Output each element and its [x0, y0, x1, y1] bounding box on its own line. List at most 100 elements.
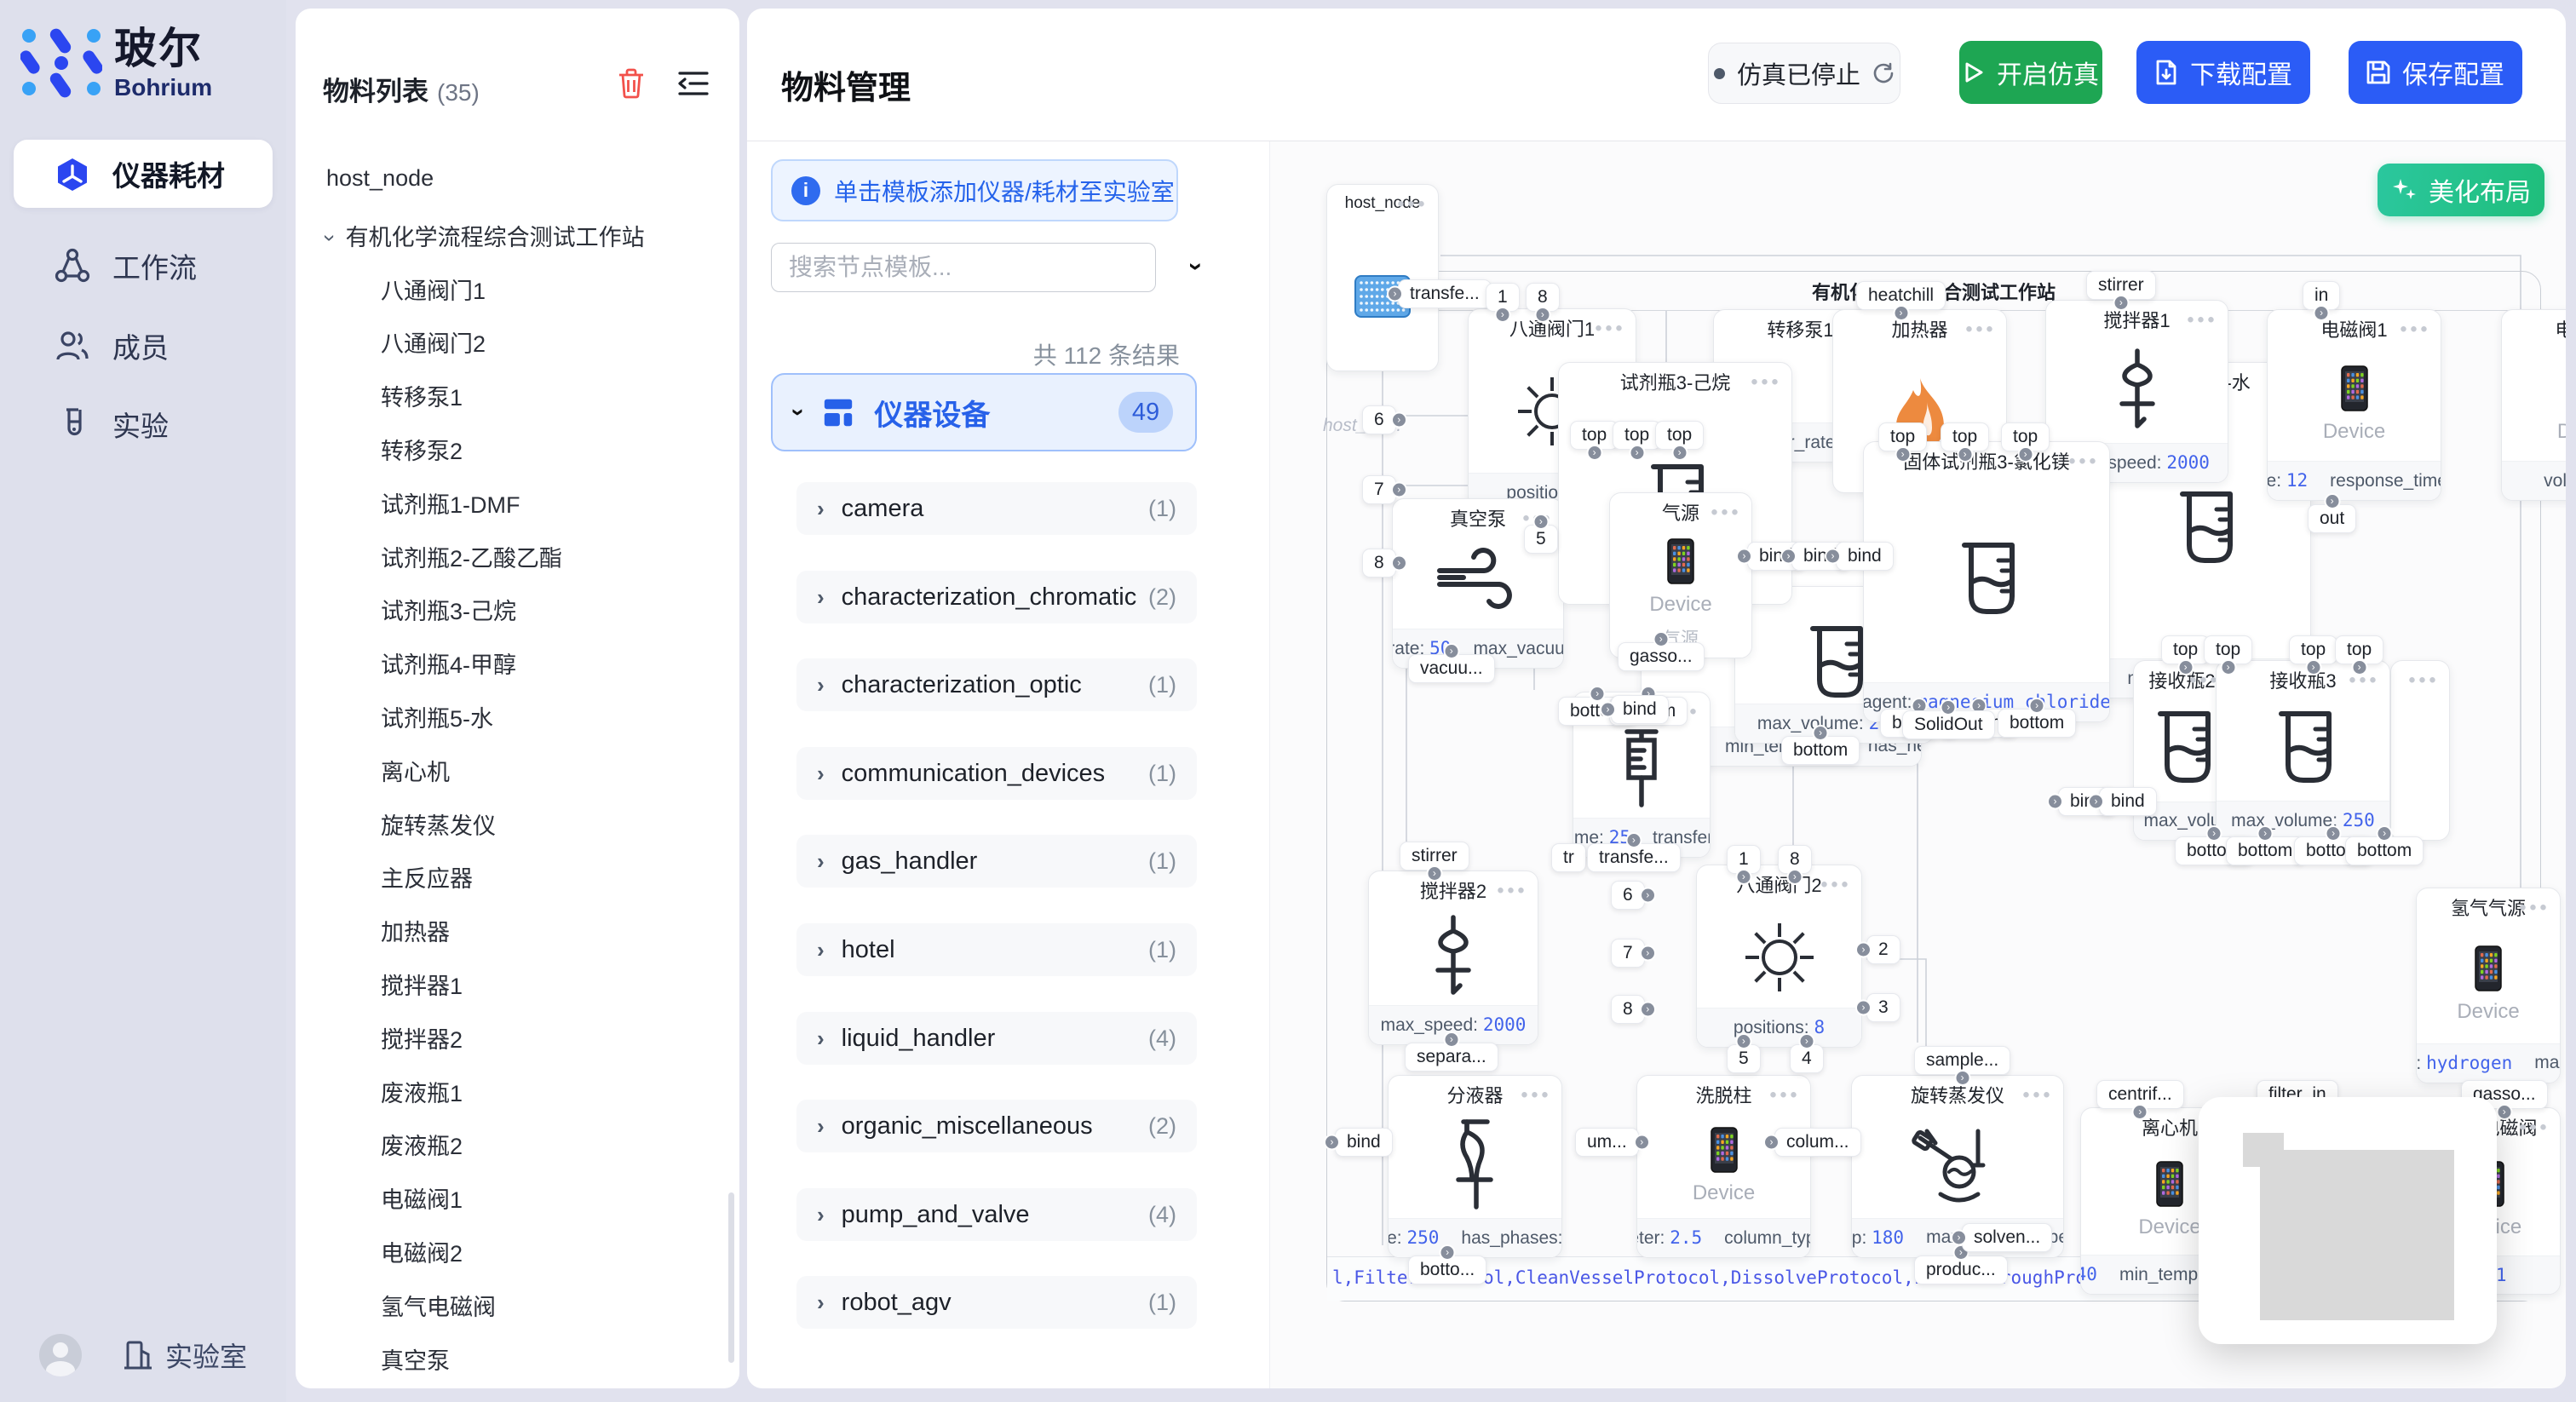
tree-item[interactable]: 八通阀门1 [381, 273, 486, 306]
category-row-camera[interactable]: › camera (1) [796, 482, 1197, 535]
port-tr[interactable]: tr [1551, 843, 1586, 872]
tree-item[interactable]: 试剂瓶2-乙酸乙酯 [381, 540, 562, 573]
port-handle-icon[interactable]: › [2017, 446, 2033, 463]
category-row-organic_miscellaneous[interactable]: › organic_miscellaneous (2) [796, 1100, 1197, 1152]
port-bind[interactable]: bind› [2099, 787, 2157, 816]
tree-item[interactable]: 废液瓶2 [381, 1128, 463, 1161]
node-menu-icon[interactable]: ●●● [2022, 1088, 2053, 1102]
port-bind[interactable]: bind› [1335, 1128, 1393, 1157]
port-bind[interactable]: bind› [1836, 542, 1894, 571]
port-handle-icon[interactable]: › [1625, 832, 1642, 848]
tree-item[interactable]: 真空泵 [381, 1342, 450, 1376]
port-bottom[interactable]: bottom› [1998, 709, 2076, 738]
node-接收瓶3[interactable]: 接收瓶3 ●●● max_volume: 250 [2216, 660, 2390, 841]
category-row-hotel[interactable]: › hotel (1) [796, 923, 1197, 976]
port-bind[interactable]: bind› [1611, 695, 1669, 724]
port-top[interactable]: top› [2289, 635, 2337, 664]
port-handle-icon[interactable]: › [1640, 888, 1656, 904]
tree-item[interactable]: 搅拌器1 [381, 968, 463, 1001]
avatar[interactable] [39, 1334, 82, 1376]
node-电磁阀1[interactable]: 电磁阀1 ●●● Devicevoltage: 12response_time:… [2267, 309, 2441, 501]
port-8[interactable]: 8› [1611, 995, 1645, 1024]
port-handle-icon[interactable]: › [1855, 1000, 1872, 1016]
port-handle-icon[interactable]: › [2496, 1104, 2512, 1120]
port-handle-icon[interactable]: › [1440, 1244, 1456, 1261]
node-氢气气源[interactable]: 氢气气源 ●●● Device_type: hydrogenmax_pre [2416, 888, 2561, 1083]
port-handle-icon[interactable]: › [1893, 305, 1909, 321]
port-handle-icon[interactable]: › [1671, 445, 1688, 461]
port-vacuu[interactable]: vacuu...› [1408, 654, 1495, 683]
port-6[interactable]: 6› [1611, 881, 1645, 910]
port-heatchill[interactable]: heatchill› [1856, 281, 1946, 310]
port-top[interactable]: top› [1878, 422, 1927, 451]
node-menu-icon[interactable]: ●●● [2519, 900, 2550, 915]
port-handle-icon[interactable]: › [1534, 307, 1550, 323]
port-top[interactable]: top› [1941, 422, 1989, 451]
port-out[interactable]: out› [2308, 504, 2356, 533]
port-6[interactable]: 6› [1362, 405, 1396, 434]
port-handle-icon[interactable]: › [1426, 865, 1442, 882]
category-row-liquid_handler[interactable]: › liquid_handler (4) [796, 1012, 1197, 1065]
trash-icon[interactable] [617, 68, 646, 99]
port-handle-icon[interactable]: › [2257, 825, 2274, 842]
node-menu-icon[interactable]: ●●● [2408, 673, 2439, 687]
port-handle-icon[interactable]: › [1324, 1135, 1340, 1151]
tree-item[interactable]: 试剂瓶4-甲醇 [381, 646, 516, 680]
node-洗脱柱[interactable]: 洗脱柱 ●●● Devicediameter: 2.5column_type: … [1636, 1075, 1811, 1258]
port-handle-icon[interactable]: › [1798, 1033, 1814, 1049]
port-handle-icon[interactable]: › [2088, 794, 2104, 810]
node-menu-icon[interactable]: ●●● [1769, 1088, 1800, 1102]
port-centrif[interactable]: centrif...› [2096, 1080, 2184, 1109]
node-menu-icon[interactable]: ●●● [1711, 505, 1741, 520]
tree-item[interactable]: 加热器 [381, 914, 450, 947]
port-handle-icon[interactable]: › [1780, 549, 1797, 565]
port-handle-icon[interactable]: › [1443, 643, 1459, 659]
beautify-layout-button[interactable]: 美化布局 [2378, 164, 2544, 216]
port-8[interactable]: 8› [1526, 283, 1560, 312]
tree-item[interactable]: ›有机化学流程综合测试工作站 [326, 219, 645, 252]
port-handle-icon[interactable]: › [2220, 659, 2236, 675]
port-bottom[interactable]: bottom› [1781, 736, 1860, 765]
sidebar-item-experiments[interactable]: 实验 [14, 390, 273, 458]
search-input[interactable] [771, 243, 1156, 292]
chevron-down-icon[interactable]: › [1182, 262, 1210, 271]
port-handle-icon[interactable]: › [1736, 549, 1752, 565]
port-handle-icon[interactable]: › [1634, 1135, 1650, 1151]
tree-item[interactable]: host_node [326, 165, 434, 192]
lab-entry[interactable]: 实验室 [123, 1336, 247, 1375]
port-handle-icon[interactable]: › [1600, 702, 1616, 718]
port-handle-icon[interactable]: › [1391, 482, 1407, 498]
port-gasso[interactable]: gasso...› [1618, 642, 1705, 671]
port-solven[interactable]: solven...› [1962, 1223, 2052, 1252]
port-sample[interactable]: sample...› [1914, 1046, 2010, 1075]
port-top[interactable]: top› [2161, 635, 2210, 664]
port-bottom[interactable]: bottom› [2345, 836, 2424, 865]
node-分液器[interactable]: 分液器 ●●● volume: 250has_phases: true [1388, 1075, 1562, 1258]
category-row-communication_devices[interactable]: › communication_devices (1) [796, 747, 1197, 800]
node-menu-icon[interactable]: ●●● [1497, 883, 1527, 898]
port-handle-icon[interactable]: › [1391, 412, 1407, 428]
port-handle-icon[interactable]: › [2177, 659, 2194, 675]
port-top[interactable]: top› [2204, 635, 2252, 664]
node-menu-icon[interactable]: ●●● [1965, 322, 1996, 336]
tree-item[interactable]: 试剂瓶3-己烷 [381, 593, 516, 626]
port-top[interactable]: top› [1570, 421, 1619, 450]
download-config-button[interactable]: 下载配置 [2136, 41, 2310, 104]
tree-item[interactable]: 离心机 [381, 754, 450, 787]
port-handle-icon[interactable]: › [2314, 305, 2330, 321]
port-handle-icon[interactable]: › [1735, 869, 1751, 885]
category-group-instruments[interactable]: › 仪器设备 49 [771, 373, 1197, 451]
port-handle-icon[interactable]: › [2047, 794, 2063, 810]
node-menu-icon[interactable]: ●●● [2349, 673, 2379, 687]
port-handle-icon[interactable]: › [2326, 825, 2342, 842]
node-固体试剂瓶3-氯化镁[interactable]: 固体试剂瓶3-氯化镁 ●●● agent: magnesium_chloride [1863, 441, 2110, 722]
node-menu-icon[interactable]: ●●● [1751, 375, 1781, 389]
category-row-robot_agv[interactable]: › robot_agv (1) [796, 1276, 1197, 1329]
port-7[interactable]: 7› [1362, 475, 1396, 504]
port-handle-icon[interactable]: › [2029, 698, 2045, 714]
port-transfe[interactable]: transfe...› [1398, 279, 1492, 308]
tree-item[interactable]: 搅拌器2 [381, 1021, 463, 1054]
port-1[interactable]: 1› [1486, 283, 1520, 312]
node-气源[interactable]: 气源 ●●● Device气源 [1609, 492, 1752, 658]
tree-item[interactable]: 旋转蒸发仪 [381, 807, 496, 841]
